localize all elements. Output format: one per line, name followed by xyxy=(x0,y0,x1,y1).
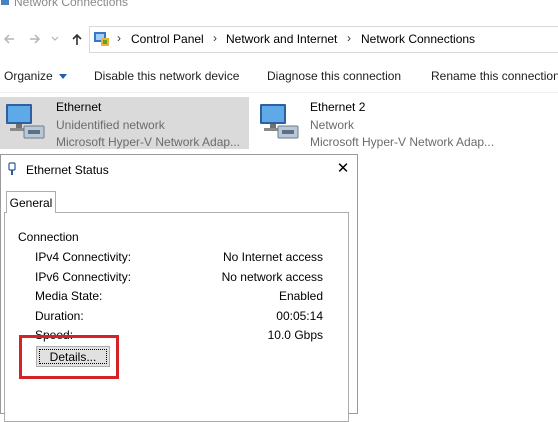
breadcrumb-network-and-internet[interactable]: Network and Internet xyxy=(226,32,337,46)
up-button[interactable] xyxy=(68,28,86,50)
details-highlight-box xyxy=(19,335,119,379)
chevron-down-icon xyxy=(51,36,59,41)
media-state-label: Media State: xyxy=(35,289,103,303)
speed-value: 10.0 Gbps xyxy=(267,328,323,342)
adapter-device: Microsoft Hyper-V Network Adap... xyxy=(56,135,241,149)
adapter-tile-ethernet-2[interactable]: Ethernet 2 Network Microsoft Hyper-V Net… xyxy=(254,97,504,149)
organize-label: Organize xyxy=(4,69,53,83)
dropdown-caret-icon xyxy=(58,74,67,80)
breadcrumb-separator: › xyxy=(213,31,217,45)
adapter-status: Network xyxy=(310,118,355,132)
network-adapter-icon xyxy=(6,104,45,139)
adapter-status: Unidentified network xyxy=(56,118,165,132)
breadcrumb-separator: › xyxy=(347,31,351,45)
rename-connection-button[interactable]: Rename this connection xyxy=(431,69,558,83)
window-title-bar: Network Connections xyxy=(0,0,558,18)
breadcrumb-separator: › xyxy=(117,31,121,45)
adapter-name: Ethernet 2 xyxy=(310,100,366,114)
duration-value: 00:05:14 xyxy=(276,309,323,323)
back-arrow-icon xyxy=(3,34,14,44)
duration-label: Duration: xyxy=(35,309,84,323)
ipv4-connectivity-value: No Internet access xyxy=(222,250,323,264)
general-tab-panel: Connection IPv4 Connectivity: No Interne… xyxy=(4,212,349,422)
network-adapter-icon xyxy=(260,104,299,139)
breadcrumb-network-connections[interactable]: Network Connections xyxy=(361,32,475,46)
dialog-title-bar[interactable]: Ethernet Status ✕ xyxy=(1,155,357,185)
forward-button[interactable] xyxy=(26,28,44,50)
forward-arrow-icon xyxy=(30,34,41,44)
ethernet-icon xyxy=(8,162,16,175)
control-panel-icon xyxy=(94,32,109,46)
up-arrow-icon xyxy=(72,33,82,45)
connection-group-label: Connection xyxy=(18,230,79,244)
ethernet-status-dialog: Ethernet Status ✕ General Connection IPv… xyxy=(0,154,358,422)
recent-locations-button[interactable] xyxy=(49,28,61,50)
back-button[interactable] xyxy=(0,28,18,50)
diagnose-connection-button[interactable]: Diagnose this connection xyxy=(267,69,401,83)
dialog-title: Ethernet Status xyxy=(26,163,109,177)
window-title: Network Connections xyxy=(14,0,129,9)
tab-general[interactable]: General xyxy=(6,191,56,213)
organize-menu[interactable]: Organize xyxy=(4,69,67,83)
disable-device-button[interactable]: Disable this network device xyxy=(94,69,239,83)
adapter-tile-ethernet[interactable]: Ethernet Unidentified network Microsoft … xyxy=(0,97,249,149)
adapter-device: Microsoft Hyper-V Network Adap... xyxy=(310,135,495,149)
media-state-value: Enabled xyxy=(278,289,323,303)
ipv4-connectivity-label: IPv4 Connectivity: xyxy=(35,250,132,264)
breadcrumb-control-panel[interactable]: Control Panel xyxy=(131,32,204,46)
ipv6-connectivity-label: IPv6 Connectivity: xyxy=(35,270,132,284)
ipv6-connectivity-value: No network access xyxy=(221,270,323,284)
adapter-name: Ethernet xyxy=(56,100,102,114)
tab-strip: General xyxy=(4,191,350,213)
close-icon[interactable]: ✕ xyxy=(335,161,351,177)
network-connections-icon xyxy=(1,0,9,5)
